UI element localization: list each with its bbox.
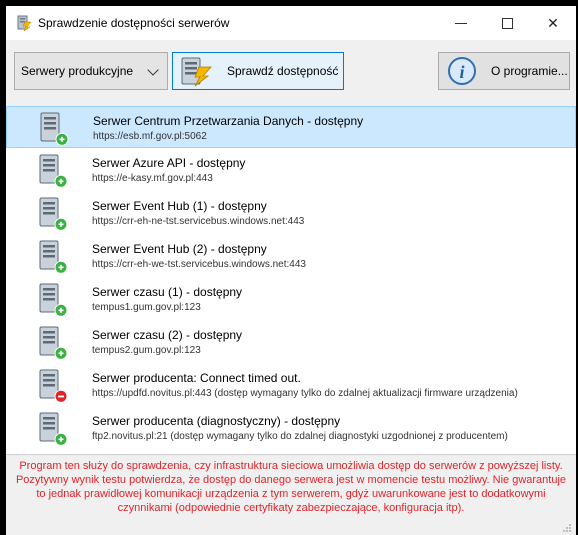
svg-text:i: i [459,62,464,82]
server-row[interactable]: Serwer producenta (diagnostyczny) - dost… [6,407,576,449]
check-availability-label: Sprawdź dostępność [227,64,339,78]
chevron-down-icon [147,64,159,76]
resize-grip-icon[interactable] [562,523,572,533]
server-address: tempus2.gum.gov.pl:123 [92,345,201,356]
maximize-button[interactable] [484,6,530,40]
server-ok-icon [40,112,69,145]
server-row[interactable]: Serwer Event Hub (1) - dostępny https://c… [6,192,576,234]
server-list[interactable]: Serwer Centrum Przetwarzania Danych - do… [6,106,576,447]
server-ok-icon [39,412,68,445]
server-address: ftp2.novitus.pl:21 (dostęp wymagany tylk… [92,431,508,442]
close-icon: ✕ [547,14,559,31]
app-window: Sprawdzenie dostępności serwerów ✕ Serwe… [6,6,576,535]
app-server-icon [17,15,32,31]
server-row[interactable]: Serwer producenta: Connect timed out. htt… [6,364,576,406]
server-row[interactable]: Serwer Azure API - dostępny https://e-kas… [6,149,576,191]
minimize-button[interactable] [438,6,484,40]
server-name: Serwer producenta (diagnostyczny) - dost… [92,414,341,428]
close-button[interactable]: ✕ [530,6,576,40]
server-name: Serwer Event Hub (2) - dostępny [92,242,267,256]
server-address: https://e-kasy.mf.gov.pl:443 [92,173,213,184]
info-icon: i [448,57,476,85]
server-ok-icon [39,326,68,359]
toolbar: Serwery produkcyjne Sprawdź dostępność i… [6,40,576,107]
server-ok-icon [39,283,68,316]
server-row[interactable]: Serwer czasu (2) - dostępny tempus2.gum.g… [6,321,576,363]
server-address: https://esb.mf.gov.pl:5062 [93,131,207,142]
server-address: tempus1.gum.gov.pl:123 [92,302,201,313]
server-ok-icon [39,154,68,187]
server-name: Serwer Centrum Przetwarzania Danych - do… [93,114,364,128]
server-name: Serwer Azure API - dostępny [92,156,246,170]
server-group-value: Serwery produkcyjne [21,64,134,78]
info-message: Program ten służy do sprawdzenia, czy in… [6,454,576,522]
server-lightning-icon [181,57,212,87]
server-ok-icon [39,197,68,230]
minimize-icon [455,22,467,24]
check-availability-button[interactable]: Sprawdź dostępność [172,52,344,90]
server-name: Serwer czasu (1) - dostępny [92,285,243,299]
server-error-icon [39,369,68,402]
server-ok-icon [39,240,68,273]
server-group-select[interactable]: Serwery produkcyjne [14,52,168,90]
server-address: https://crr-eh-ne-tst.servicebus.windows… [92,216,305,227]
maximize-icon [501,17,513,29]
title-bar[interactable]: Sprawdzenie dostępności serwerów ✕ [6,6,576,40]
server-row[interactable]: Serwer Centrum Przetwarzania Danych - do… [6,106,576,148]
window-title: Sprawdzenie dostępności serwerów [38,16,230,30]
about-button[interactable]: i O programie... [438,52,570,90]
server-row[interactable]: Serwer czasu (1) - dostępny tempus1.gum.g… [6,278,576,320]
server-name: Serwer Event Hub (1) - dostępny [92,199,267,213]
server-address: https://crr-eh-we-tst.servicebus.windows… [92,259,306,270]
server-name: Serwer czasu (2) - dostępny [92,328,243,342]
about-label: O programie... [491,64,568,78]
server-name: Serwer producenta: Connect timed out. [92,371,301,385]
server-row[interactable]: Serwer Event Hub (2) - dostępny https://c… [6,235,576,277]
server-address: https://updfd.novitus.pl:443 (dostęp wym… [92,388,518,399]
status-bar [6,522,576,535]
